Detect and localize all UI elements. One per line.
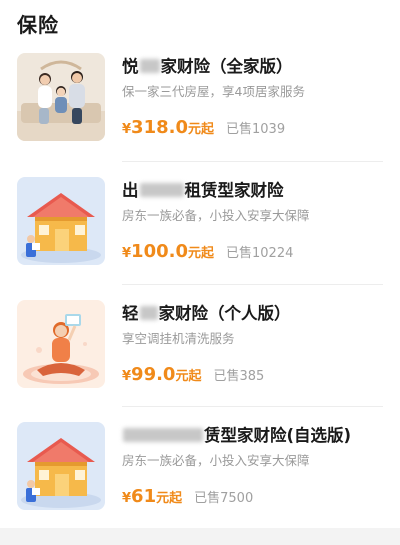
price-suffix: 元起 — [175, 369, 202, 384]
currency-symbol: ¥ — [122, 491, 132, 506]
section-title: 保险 — [17, 13, 59, 37]
price-suffix: 元起 — [187, 122, 214, 137]
currency-symbol: ¥ — [122, 246, 132, 261]
product-description: 房东一族必备，小投入安享大保障 — [122, 208, 310, 223]
price-suffix: 元起 — [187, 246, 214, 261]
woman-illustration-icon — [17, 300, 105, 388]
currency-symbol: ¥ — [122, 369, 132, 384]
product-description: 房东一族必备，小投入安享大保障 — [122, 453, 310, 468]
insurance-section: 保险 悦家财险（全家版） 保一家三代房屋，享4项居家服务 ¥ 318.0 元起 … — [0, 0, 400, 528]
masked-text — [139, 183, 184, 197]
product-description: 保一家三代房屋，享4项居家服务 — [122, 84, 305, 99]
price-amount: 61 — [131, 486, 157, 507]
price-row: ¥ 61 元起 已售7500 — [122, 486, 253, 507]
product-name: 轻家财险（个人版） — [122, 304, 291, 323]
masked-text — [139, 59, 160, 73]
masked-text — [139, 306, 158, 320]
price-suffix: 元起 — [156, 491, 183, 506]
product-description: 享空调挂机清洗服务 — [122, 331, 235, 346]
masked-text — [123, 428, 203, 442]
house-illustration-icon — [17, 422, 105, 510]
divider — [122, 161, 383, 162]
product-name: 赁型家财险(自选版) — [122, 422, 351, 446]
price-row: ¥ 99.0 元起 已售385 — [122, 364, 264, 385]
family-photo-icon — [17, 53, 105, 141]
price-row: ¥ 100.0 元起 已售10224 — [122, 241, 293, 262]
product-name: 出租赁型家财险 — [122, 181, 284, 200]
house-illustration-icon — [17, 177, 105, 265]
sold-count: 已售10224 — [226, 246, 294, 261]
price-amount: 318.0 — [131, 117, 188, 138]
product-item-2[interactable]: 出租赁型家财险 房东一族必备，小投入安享大保障 ¥ 100.0 元起 已售102… — [0, 177, 400, 299]
divider — [122, 406, 383, 407]
product-item-3[interactable]: 轻家财险（个人版） 享空调挂机清洗服务 ¥ 99.0 元起 已售385 — [0, 300, 400, 422]
product-name: 悦家财险（全家版） — [122, 57, 293, 76]
price-amount: 99.0 — [131, 364, 176, 385]
product-item-4[interactable]: 赁型家财险(自选版) 房东一族必备，小投入安享大保障 ¥ 61 元起 已售750… — [0, 422, 400, 544]
sold-count: 已售385 — [213, 369, 265, 384]
sold-count: 已售1039 — [226, 122, 286, 137]
product-item-1[interactable]: 悦家财险（全家版） 保一家三代房屋，享4项居家服务 ¥ 318.0 元起 已售1… — [0, 53, 400, 175]
price-row: ¥ 318.0 元起 已售1039 — [122, 117, 285, 138]
currency-symbol: ¥ — [122, 122, 132, 137]
divider — [122, 284, 383, 285]
sold-count: 已售7500 — [194, 491, 254, 506]
price-amount: 100.0 — [131, 241, 188, 262]
